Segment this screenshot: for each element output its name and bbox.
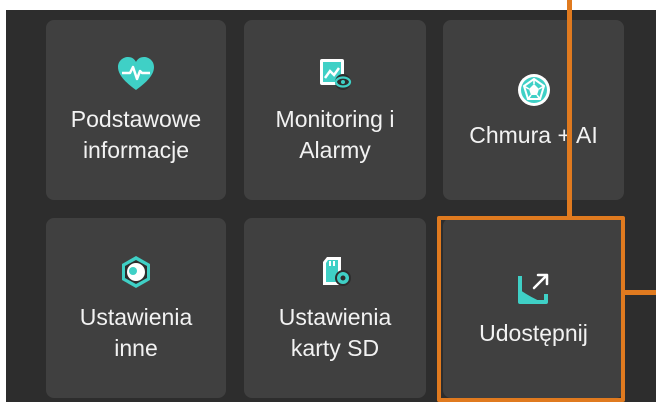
tile-label: Monitoring i Alarmy [275,106,395,163]
tile-basic-info[interactable]: Podstawowe informacje [46,20,226,200]
tile-monitoring-alarms[interactable]: Monitoring i Alarmy [244,20,426,200]
annotation-line-vertical [567,0,572,218]
tile-label: Chmura + AI [469,121,598,148]
settings-hex-icon [116,252,156,292]
monitor-eye-icon [315,54,355,94]
tile-cloud-ai[interactable]: Chmura + AI [443,20,624,200]
highlight-frame [437,216,625,402]
tile-label: Podstawowe informacje [70,106,202,163]
tile-label: Ustawienia inne [79,304,193,361]
tile-sd-card-settings[interactable]: Ustawienia karty SD [244,218,426,398]
heart-pulse-icon [116,54,156,94]
annotation-line-horizontal [622,290,656,295]
sd-card-settings-icon [315,252,355,292]
tile-label: Ustawienia karty SD [278,304,392,361]
tile-other-settings[interactable]: Ustawienia inne [46,218,226,398]
cloud-ai-polyhedron-icon [514,70,554,110]
